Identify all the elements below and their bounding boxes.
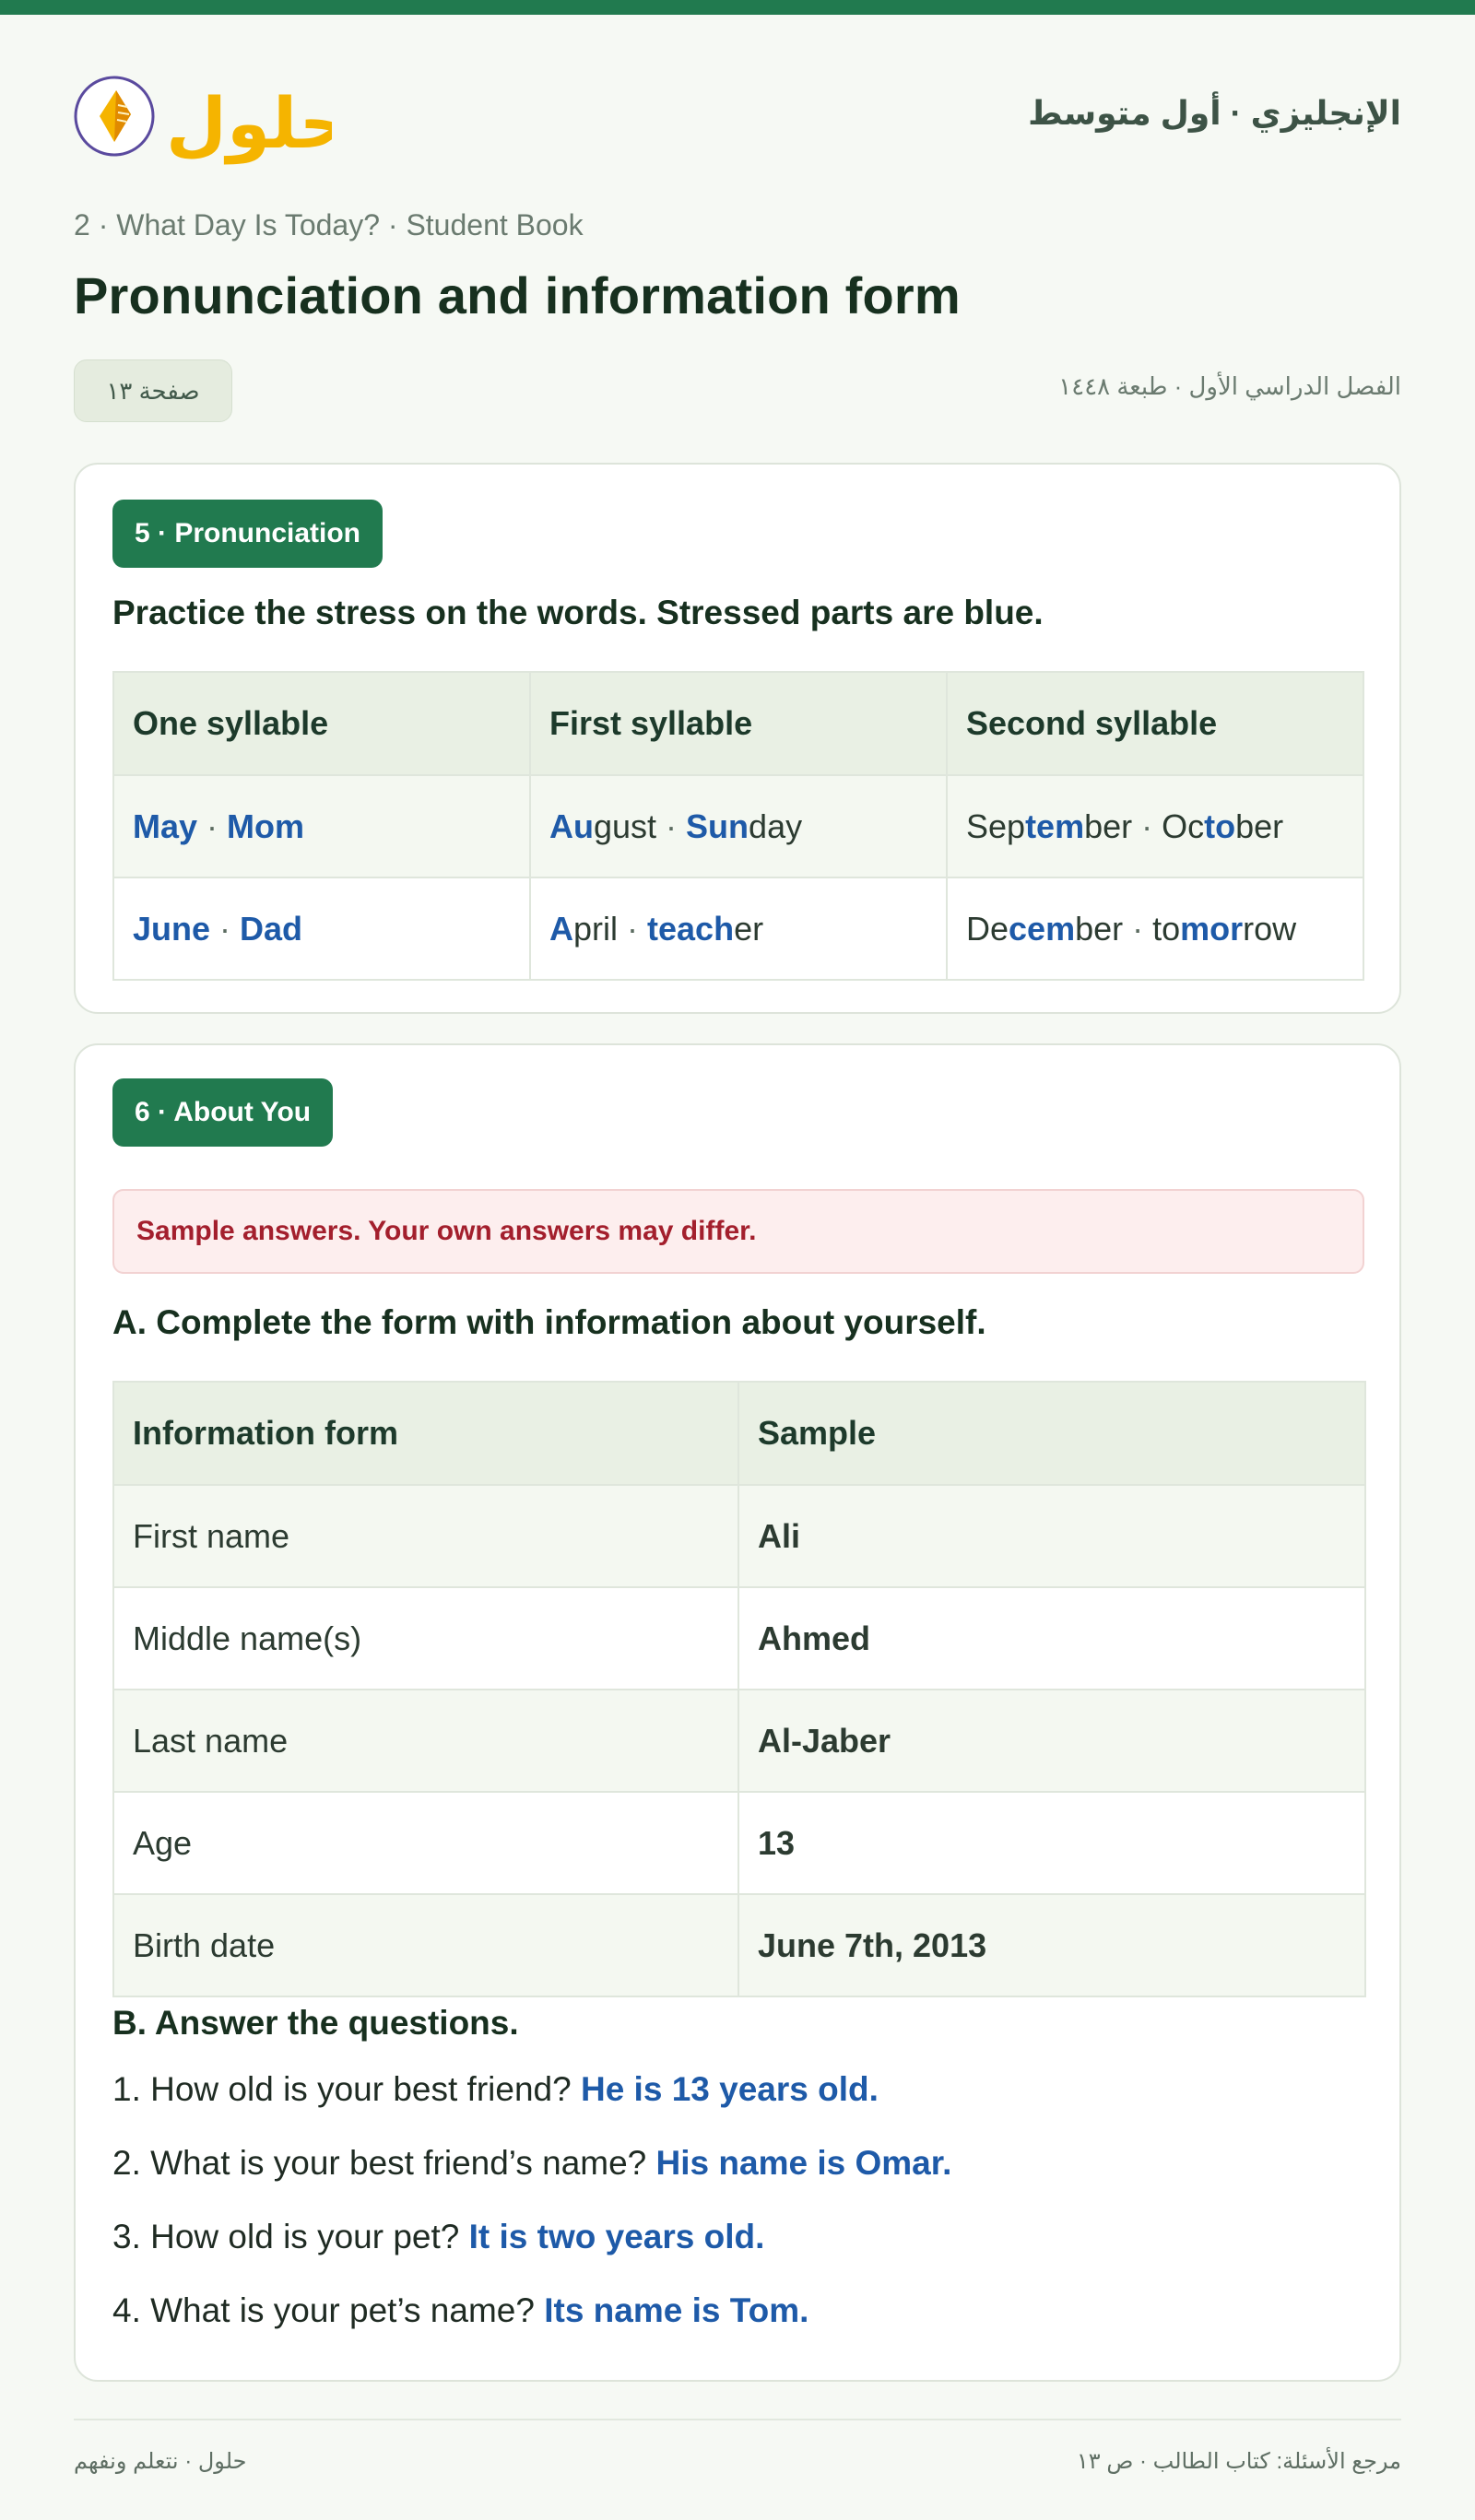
word-separator: · [1132, 807, 1162, 845]
form-field-value: Al-Jaber [738, 1689, 1366, 1793]
stress-cell: September · October [946, 774, 1364, 878]
pronunciation-instruction: Practice the stress on the words. Stress… [112, 594, 1044, 631]
unstressed-part: ber [1235, 807, 1284, 845]
unstressed-part: Oc [1162, 807, 1205, 845]
stressed-part: Dad [240, 909, 303, 948]
subject-title: الإنجليزي · أول متوسط [1028, 94, 1401, 132]
unstressed-part: ber [1075, 909, 1124, 948]
form-field-label: Birth date [112, 1893, 739, 1997]
part-b-instruction: B. Answer the questions. [112, 2004, 519, 2042]
question-item: 1. How old is your best friend? He is 13… [112, 2070, 879, 2109]
answer-text: His name is Omar. [655, 2144, 952, 2182]
form-field-label: First name [112, 1484, 739, 1588]
question-text: 2. What is your best friend’s name? [112, 2144, 647, 2182]
unstressed-part: pril [573, 909, 619, 948]
form-table-header: Information form Sample [112, 1381, 1366, 1486]
form-field-label: Last name [112, 1689, 739, 1793]
stress-cell: April · teacher [529, 877, 948, 981]
question-item: 4. What is your pet’s name? Its name is … [112, 2291, 808, 2330]
form-row: First name Ali [112, 1484, 1366, 1588]
footer-reference: مرجع الأسئلة: كتاب الطالب · ص ١٣ [1076, 2449, 1401, 2474]
form-field-value: June 7th, 2013 [738, 1893, 1366, 1997]
col-information-form: Information form [112, 1381, 739, 1486]
stressed-part: mor [1180, 909, 1244, 948]
answer-text: It is two years old. [468, 2218, 765, 2255]
breadcrumb[interactable]: 2 · What Day Is Today? · Student Book [74, 208, 584, 242]
word-separator: · [1123, 909, 1153, 948]
page-title: Pronunciation and information form [74, 266, 961, 324]
unstressed-part: Sep [966, 807, 1026, 845]
section-pronunciation-label: 5 · Pronunciation [112, 500, 384, 568]
answer-text: He is 13 years old. [580, 2070, 879, 2108]
stressed-part: May [133, 807, 198, 845]
unstressed-part: gust [594, 807, 657, 845]
stressed-part: tem [1025, 807, 1085, 845]
col-one-syllable: One syllable [112, 671, 531, 776]
stress-cell: August · Sunday [529, 774, 948, 878]
stress-table: One syllable First syllable Second sylla… [112, 671, 1364, 981]
about-you-card: 6 · About You Sample answers. Your own a… [74, 1043, 1401, 2382]
form-field-value: 13 [738, 1791, 1366, 1895]
unstressed-part: to [1152, 909, 1181, 948]
question-text: 3. How old is your pet? [112, 2218, 460, 2255]
stressed-part: cem [1009, 909, 1076, 948]
unstressed-part: ber [1084, 807, 1133, 845]
term-info: الفصل الدراسي الأول · طبعة ١٤٤٨ [1058, 372, 1401, 400]
form-field-label: Middle name(s) [112, 1586, 739, 1690]
form-field-label: Age [112, 1791, 739, 1895]
form-row: Last name Al-Jaber [112, 1689, 1366, 1793]
form-field-value: Ahmed [738, 1586, 1366, 1690]
word-separator: · [656, 807, 687, 845]
brand-logo[interactable]: حلول [74, 65, 349, 166]
question-item: 2. What is your best friend’s name? His … [112, 2144, 951, 2183]
stress-row: May · Mom August · Sunday September · Octo… [112, 774, 1364, 878]
form-field-value: Ali [738, 1484, 1366, 1588]
sample-answers-notice: Sample answers. Your own answers may dif… [112, 1189, 1364, 1274]
stressed-part: Mom [227, 807, 305, 845]
unstressed-part: row [1243, 909, 1297, 948]
information-form-table: Information form Sample First name Ali Mid… [112, 1381, 1366, 1997]
top-accent-bar [0, 0, 1475, 15]
unstressed-part: day [749, 807, 803, 845]
stress-table-header: One syllable First syllable Second sylla… [112, 671, 1364, 776]
pronunciation-card: 5 · Pronunciation Practice the stress on… [74, 463, 1401, 1014]
col-first-syllable: First syllable [529, 671, 948, 776]
site-header: حلول الإنجليزي · أول متوسط [74, 61, 1401, 165]
question-text: 4. What is your pet’s name? [112, 2291, 535, 2329]
question-item: 3. How old is your pet? It is two years … [112, 2218, 764, 2256]
unstressed-part: er [734, 909, 764, 948]
form-row: Birth date June 7th, 2013 [112, 1893, 1366, 1997]
section-about-you-label: 6 · About You [112, 1078, 334, 1147]
stressed-part: to [1204, 807, 1236, 845]
stress-cell: May · Mom [112, 774, 531, 878]
page-number-badge: صفحة ١٣ [74, 359, 232, 422]
stress-cell: June · Dad [112, 877, 531, 981]
part-a-instruction: A. Complete the form with information ab… [112, 1303, 986, 1341]
word-separator: · [210, 909, 241, 948]
word-separator: · [197, 807, 228, 845]
word-separator: · [618, 909, 648, 948]
stressed-part: A [549, 909, 573, 948]
answer-text: Its name is Tom. [544, 2291, 809, 2329]
form-row: Age 13 [112, 1791, 1366, 1895]
question-text: 1. How old is your best friend? [112, 2070, 572, 2108]
stressed-part: teach [647, 909, 735, 948]
stressed-part: June [133, 909, 211, 948]
form-row: Middle name(s) Ahmed [112, 1586, 1366, 1690]
footer-brand: حلول · نتعلم ونفهم [74, 2449, 247, 2474]
col-second-syllable: Second syllable [946, 671, 1364, 776]
unstressed-part: De [966, 909, 1009, 948]
col-sample: Sample [738, 1381, 1366, 1486]
page-footer: حلول · نتعلم ونفهم مرجع الأسئلة: كتاب ال… [74, 2419, 1401, 2492]
stressed-part: Au [549, 807, 594, 845]
stress-row: June · Dad April · teacher December · tomo… [112, 877, 1364, 981]
stressed-part: Sun [686, 807, 749, 845]
logo-wordmark: حلول [166, 82, 332, 165]
stress-cell: December · tomorrow [946, 877, 1364, 981]
